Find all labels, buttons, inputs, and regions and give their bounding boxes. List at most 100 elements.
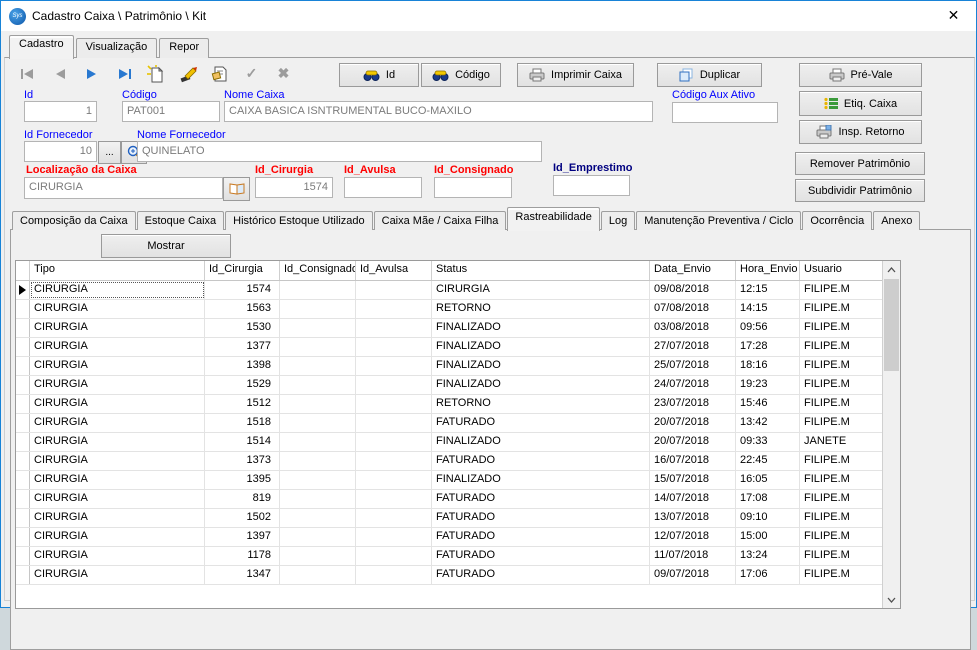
tab-visualizacao[interactable]: Visualização bbox=[76, 38, 158, 58]
grid-cell[interactable] bbox=[356, 490, 432, 508]
grid-cell[interactable]: FILIPE.M bbox=[800, 509, 883, 527]
grid-row[interactable]: CIRURGIA1397FATURADO12/07/201815:00FILIP… bbox=[16, 528, 883, 547]
grid-cell[interactable] bbox=[356, 471, 432, 489]
grid-row[interactable]: CIRURGIA1178FATURADO11/07/201813:24FILIP… bbox=[16, 547, 883, 566]
grid-cell[interactable]: CIRURGIA bbox=[30, 281, 205, 299]
grid-cell[interactable]: FILIPE.M bbox=[800, 319, 883, 337]
grid-cell[interactable]: 1398 bbox=[205, 357, 280, 375]
grid-cell[interactable]: 20/07/2018 bbox=[650, 414, 736, 432]
grid-header-cell[interactable]: Data_Envio bbox=[650, 261, 736, 280]
grid-cell[interactable]: 09:33 bbox=[736, 433, 800, 451]
id-cirurgia-field[interactable]: 1574 bbox=[255, 177, 333, 198]
duplicar-button[interactable]: Duplicar bbox=[657, 63, 762, 87]
close-icon[interactable]: ✕ bbox=[931, 1, 976, 30]
grid-cell[interactable] bbox=[280, 319, 356, 337]
grid-cell[interactable]: 18:16 bbox=[736, 357, 800, 375]
grid-cell[interactable]: 20/07/2018 bbox=[650, 433, 736, 451]
grid-cell[interactable] bbox=[356, 319, 432, 337]
insert-record-icon[interactable] bbox=[145, 64, 166, 83]
grid-cell[interactable]: FILIPE.M bbox=[800, 528, 883, 546]
edit-record-icon[interactable] bbox=[177, 64, 198, 83]
grid-cell[interactable]: CIRURGIA bbox=[30, 490, 205, 508]
grid-cell[interactable]: 15/07/2018 bbox=[650, 471, 736, 489]
grid-cell[interactable] bbox=[280, 338, 356, 356]
grid-cell[interactable]: FINALIZADO bbox=[432, 376, 650, 394]
id-avulsa-field[interactable] bbox=[344, 177, 422, 198]
grid-cell[interactable]: 09/07/2018 bbox=[650, 566, 736, 584]
last-record-icon[interactable] bbox=[113, 64, 134, 83]
grid-cell[interactable]: FILIPE.M bbox=[800, 471, 883, 489]
grid-cell[interactable] bbox=[356, 338, 432, 356]
grid-header-cell[interactable]: Id_Cirurgia bbox=[205, 261, 280, 280]
find-id-button[interactable]: Id bbox=[339, 63, 419, 87]
id-field[interactable]: 1 bbox=[24, 101, 97, 122]
tab-repor[interactable]: Repor bbox=[159, 38, 209, 58]
tab-manutencao-preventiva-ciclo[interactable]: Manutenção Preventiva / Ciclo bbox=[636, 211, 801, 230]
grid-cell[interactable]: FILIPE.M bbox=[800, 490, 883, 508]
grid-row[interactable]: CIRURGIA1563RETORNO07/08/201814:15FILIPE… bbox=[16, 300, 883, 319]
prior-record-icon[interactable] bbox=[49, 64, 70, 83]
grid-cell[interactable] bbox=[280, 509, 356, 527]
subdividir-patrimonio-button[interactable]: Subdividir Patrimônio bbox=[795, 179, 925, 202]
grid-cell[interactable]: 15:46 bbox=[736, 395, 800, 413]
grid-cell[interactable]: 19:23 bbox=[736, 376, 800, 394]
grid-cell[interactable]: 24/07/2018 bbox=[650, 376, 736, 394]
grid-cell[interactable]: 09:10 bbox=[736, 509, 800, 527]
grid-cell[interactable]: CIRURGIA bbox=[30, 452, 205, 470]
grid-cell[interactable]: FINALIZADO bbox=[432, 433, 650, 451]
grid-cell[interactable] bbox=[280, 281, 356, 299]
grid-cell[interactable]: 12:15 bbox=[736, 281, 800, 299]
grid-cell[interactable] bbox=[356, 414, 432, 432]
tab-caixa-mae-caixa-filha[interactable]: Caixa Mãe / Caixa Filha bbox=[374, 211, 507, 230]
pre-vale-button[interactable]: Pré-Vale bbox=[799, 63, 922, 87]
grid-cell[interactable]: FILIPE.M bbox=[800, 357, 883, 375]
grid-cell[interactable]: RETORNO bbox=[432, 395, 650, 413]
grid-cell[interactable]: JANETE bbox=[800, 433, 883, 451]
grid-cell[interactable]: 1563 bbox=[205, 300, 280, 318]
scroll-down-icon[interactable] bbox=[883, 591, 900, 608]
grid-cell[interactable]: FILIPE.M bbox=[800, 281, 883, 299]
grid-cell[interactable]: FATURADO bbox=[432, 490, 650, 508]
grid-cell[interactable]: FILIPE.M bbox=[800, 338, 883, 356]
grid-cell[interactable]: FINALIZADO bbox=[432, 338, 650, 356]
grid-cell[interactable]: FILIPE.M bbox=[800, 452, 883, 470]
grid-cell[interactable]: CIRURGIA bbox=[30, 357, 205, 375]
grid-cell[interactable]: 1574 bbox=[205, 281, 280, 299]
grid-cell[interactable] bbox=[356, 395, 432, 413]
tab-estoque-caixa[interactable]: Estoque Caixa bbox=[137, 211, 225, 230]
grid-header-cell[interactable]: Hora_Envio bbox=[736, 261, 800, 280]
grid-cell[interactable] bbox=[356, 566, 432, 584]
grid-row[interactable]: CIRURGIA1518FATURADO20/07/201813:42FILIP… bbox=[16, 414, 883, 433]
grid-cell[interactable]: FILIPE.M bbox=[800, 376, 883, 394]
nome-fornecedor-field[interactable]: QUINELATO bbox=[137, 141, 542, 162]
grid-cell[interactable]: FILIPE.M bbox=[800, 300, 883, 318]
grid-cell[interactable] bbox=[356, 300, 432, 318]
grid-cell[interactable]: FATURADO bbox=[432, 547, 650, 565]
grid-cell[interactable]: 17:06 bbox=[736, 566, 800, 584]
tab-composicao-da-caixa[interactable]: Composição da Caixa bbox=[12, 211, 136, 230]
grid-header-cell[interactable]: Usuario bbox=[800, 261, 883, 280]
grid-row[interactable]: CIRURGIA1395FINALIZADO15/07/201816:05FIL… bbox=[16, 471, 883, 490]
grid-cell[interactable]: 1512 bbox=[205, 395, 280, 413]
grid-cell[interactable]: 1377 bbox=[205, 338, 280, 356]
grid-cell[interactable]: RETORNO bbox=[432, 300, 650, 318]
kit-document-icon[interactable] bbox=[209, 64, 230, 83]
grid-cell[interactable] bbox=[280, 357, 356, 375]
grid-cell[interactable] bbox=[356, 357, 432, 375]
find-codigo-button[interactable]: Código bbox=[421, 63, 501, 87]
grid-cell[interactable]: 819 bbox=[205, 490, 280, 508]
grid-cell[interactable]: 25/07/2018 bbox=[650, 357, 736, 375]
grid-cell[interactable]: 1530 bbox=[205, 319, 280, 337]
grid-row[interactable]: CIRURGIA1502FATURADO13/07/201809:10FILIP… bbox=[16, 509, 883, 528]
grid-cell[interactable]: 1514 bbox=[205, 433, 280, 451]
grid-cell[interactable]: 1529 bbox=[205, 376, 280, 394]
id-fornecedor-field[interactable]: 10 bbox=[24, 141, 97, 162]
grid-cell[interactable] bbox=[280, 528, 356, 546]
grid-cell[interactable] bbox=[356, 376, 432, 394]
vertical-scrollbar[interactable] bbox=[882, 261, 900, 608]
scrollbar-thumb[interactable] bbox=[884, 279, 899, 371]
confirm-icon[interactable]: ✓ bbox=[241, 64, 262, 83]
grid-row[interactable]: CIRURGIA1514FINALIZADO20/07/201809:33JAN… bbox=[16, 433, 883, 452]
grid-cell[interactable]: CIRURGIA bbox=[30, 471, 205, 489]
grid-cell[interactable]: 09/08/2018 bbox=[650, 281, 736, 299]
